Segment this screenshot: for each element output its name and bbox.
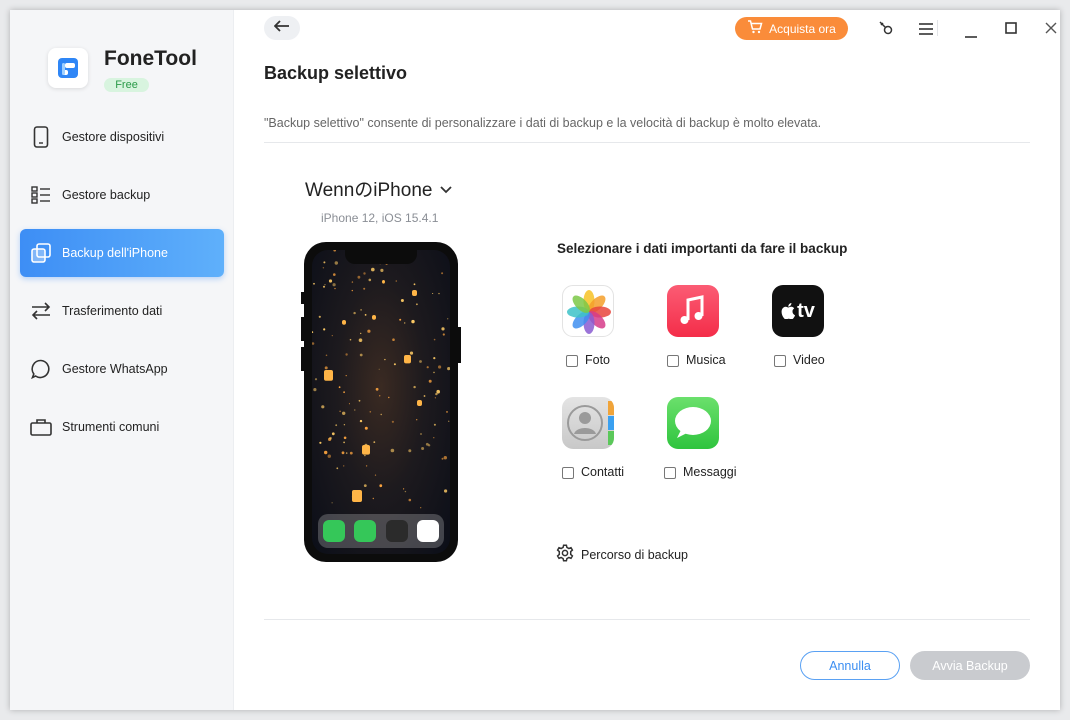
sidebar-item-label: Backup dell'iPhone — [62, 246, 168, 260]
copy-icon — [29, 241, 53, 265]
sidebar-item-iphone-backup[interactable]: Backup dell'iPhone — [20, 229, 224, 277]
sidebar-item-label: Strumenti comuni — [62, 420, 160, 434]
app-name: FoneTool — [104, 47, 197, 70]
sidebar: FoneTool Free Gestore dispositivi Gestor… — [10, 10, 234, 710]
category-photos[interactable]: Foto — [562, 285, 682, 375]
sidebar-item-label: Gestore backup — [62, 188, 151, 202]
music-checkbox[interactable] — [667, 355, 679, 367]
sidebar-item-data-transfer[interactable]: Trasferimento dati — [20, 287, 224, 335]
transfer-arrows-icon — [29, 299, 53, 323]
cancel-button[interactable]: Annulla — [800, 651, 900, 680]
cart-icon — [747, 20, 763, 37]
category-video[interactable]: tv Video — [772, 285, 892, 375]
sidebar-item-label: Gestore WhatsApp — [62, 362, 168, 376]
backup-path-label: Percorso di backup — [581, 547, 689, 562]
divider — [264, 619, 1030, 620]
app-window: FoneTool Free Gestore dispositivi Gestor… — [10, 10, 1060, 710]
phone-wallpaper — [312, 250, 450, 554]
back-arrow-icon — [273, 19, 290, 37]
phone-icon — [29, 125, 53, 149]
back-button[interactable] — [264, 16, 300, 40]
page-description: "Backup selettivo" consente di personali… — [264, 116, 822, 130]
photos-app-icon — [562, 285, 614, 337]
menu-icon[interactable] — [916, 19, 936, 39]
toolbar-divider — [937, 20, 938, 36]
device-name: WennのiPhone — [305, 180, 433, 201]
selection-title: Selezionare i dati importanti da fare il… — [557, 241, 848, 256]
backup-path-link[interactable]: Percorso di backup — [556, 544, 688, 565]
apple-tv-app-icon: tv — [772, 285, 824, 337]
maximize-icon[interactable] — [1001, 18, 1021, 38]
category-label: Contatti — [581, 465, 625, 479]
device-model: iPhone 12, iOS 15.4.1 — [321, 211, 439, 225]
minimize-icon[interactable] — [961, 22, 981, 42]
app-logo — [48, 48, 88, 88]
contacts-app-icon — [562, 397, 614, 449]
divider — [264, 142, 1030, 143]
category-messages[interactable]: Messaggi — [664, 397, 787, 487]
category-music[interactable]: Musica — [667, 285, 787, 375]
toolbox-icon — [29, 415, 53, 439]
start-backup-button[interactable]: Avvia Backup — [910, 651, 1030, 680]
main-panel: Acquista ora Backup selettivo "Backup se… — [234, 10, 1060, 710]
messages-app-icon — [667, 397, 719, 449]
sidebar-item-label: Trasferimento dati — [62, 304, 163, 318]
sidebar-item-whatsapp-manager[interactable]: Gestore WhatsApp — [20, 345, 224, 393]
page-title: Backup selettivo — [264, 63, 408, 83]
category-label: Messaggi — [683, 465, 737, 479]
contacts-checkbox[interactable] — [562, 467, 574, 479]
phone-illustration — [301, 242, 461, 562]
buy-now-label: Acquista ora — [769, 21, 836, 36]
phone-dock — [318, 514, 444, 548]
gear-icon — [556, 544, 574, 565]
close-icon[interactable] — [1041, 18, 1060, 38]
photos-checkbox[interactable] — [566, 355, 578, 367]
sidebar-item-common-tools[interactable]: Strumenti comuni — [20, 403, 224, 451]
chat-bubble-icon — [29, 357, 53, 381]
video-checkbox[interactable] — [774, 355, 786, 367]
device-selector[interactable]: WennのiPhone — [305, 175, 453, 202]
sidebar-item-label: Gestore dispositivi — [62, 130, 165, 144]
music-app-icon — [667, 285, 719, 337]
sidebar-item-backup-manager[interactable]: Gestore backup — [20, 171, 224, 219]
sidebar-item-device-manager[interactable]: Gestore dispositivi — [20, 113, 224, 161]
key-icon[interactable] — [876, 18, 896, 38]
category-label: Musica — [686, 353, 726, 367]
edition-badge: Free — [104, 78, 149, 92]
list-icon — [29, 183, 53, 207]
category-label: Video — [793, 353, 825, 367]
messages-checkbox[interactable] — [664, 467, 676, 479]
buy-now-button[interactable]: Acquista ora — [735, 17, 848, 40]
category-label: Foto — [585, 353, 611, 367]
chevron-down-icon — [440, 178, 453, 200]
